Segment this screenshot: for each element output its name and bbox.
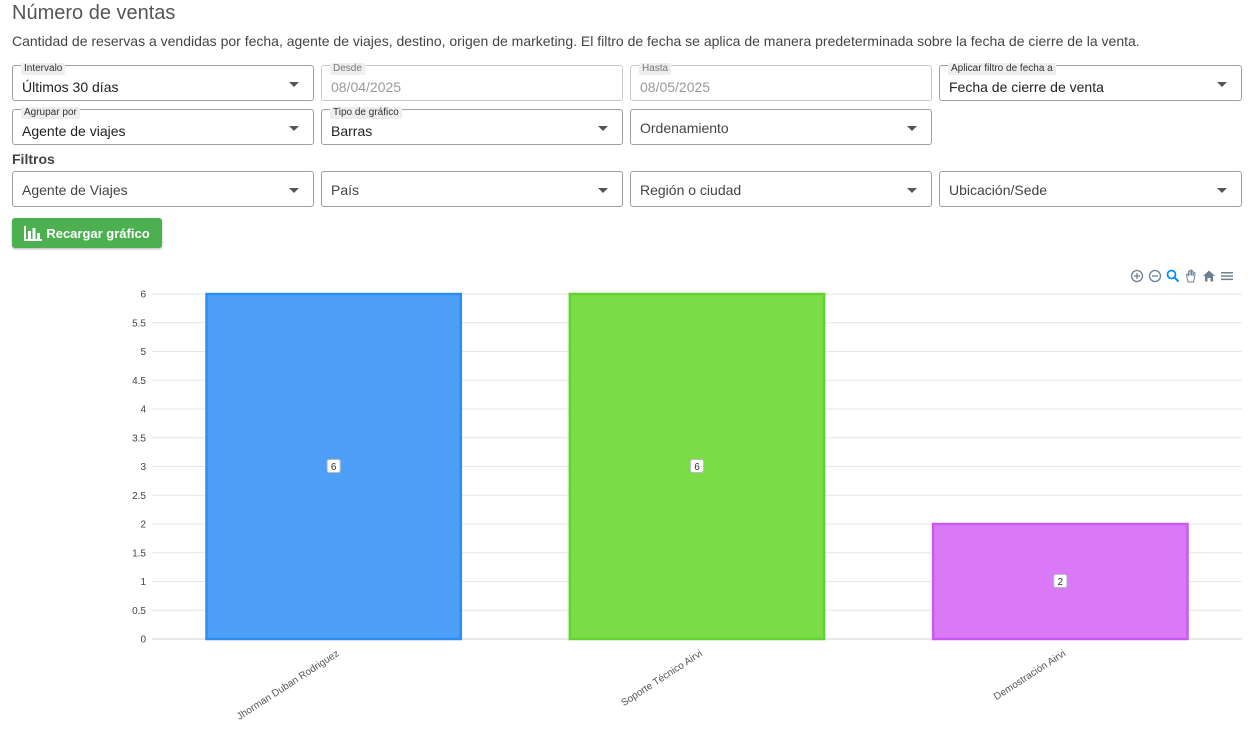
home-reset-icon[interactable] xyxy=(1201,268,1217,284)
ubicacion-sede-placeholder: Ubicación/Sede xyxy=(949,182,1048,198)
tipo-grafico-value: Barras xyxy=(331,123,373,139)
chevron-down-icon xyxy=(289,126,299,131)
data-label: 2 xyxy=(1058,577,1064,588)
intervalo-select[interactable]: Intervalo Últimos 30 días xyxy=(12,63,314,101)
recargar-grafico-button[interactable]: Recargar gráfico xyxy=(12,218,162,248)
agrupar-por-value: Agente de viajes xyxy=(22,123,126,139)
tipo-grafico-select[interactable]: Tipo de gráfico Barras xyxy=(321,107,623,145)
y-tick-label: 3.5 xyxy=(132,433,146,444)
x-category-label: Soporte Técnico Airvi xyxy=(620,648,705,709)
pais-placeholder: País xyxy=(331,182,360,198)
intervalo-value: Últimos 30 días xyxy=(22,79,119,95)
data-label: 6 xyxy=(331,462,337,473)
aplicar-filtro-label: Aplicar filtro de fecha a xyxy=(948,63,1056,75)
tipo-grafico-label: Tipo de gráfico xyxy=(330,107,402,119)
aplicar-filtro-select[interactable]: Aplicar filtro de fecha a Fecha de cierr… xyxy=(939,63,1242,101)
data-label: 6 xyxy=(694,462,700,473)
y-tick-label: 4.5 xyxy=(132,376,146,387)
y-tick-label: 5 xyxy=(140,347,146,358)
hasta-label: Hasta xyxy=(639,63,672,75)
bar-chart: 0 0.5 1 1.5 2 2.5 3 3.5 4 4.5 5 5.5 6 6 Jhorman Duban … xyxy=(132,290,1242,723)
aplicar-filtro-value: Fecha de cierre de venta xyxy=(949,79,1104,95)
ordenamiento-placeholder: Ordenamiento xyxy=(640,120,729,136)
pan-hand-icon[interactable] xyxy=(1183,268,1199,284)
y-tick-label: 5.5 xyxy=(132,318,146,329)
agente-viajes-placeholder: Agente de Viajes xyxy=(22,182,128,198)
y-tick-label: 4 xyxy=(140,405,146,416)
y-tick-label: 0 xyxy=(140,635,146,646)
hasta-value: 08/05/2025 xyxy=(640,79,711,95)
chevron-down-icon xyxy=(907,126,917,131)
y-tick-label: 2 xyxy=(140,520,146,531)
filtros-heading: Filtros xyxy=(12,151,55,167)
ubicacion-sede-filter[interactable]: Ubicación/Sede xyxy=(939,171,1242,207)
chevron-down-icon xyxy=(289,82,299,87)
y-tick-label: 3 xyxy=(140,462,146,473)
desde-date-field[interactable]: Desde 08/04/2025 xyxy=(321,63,623,101)
agrupar-por-select[interactable]: Agrupar por Agente de viajes xyxy=(12,107,314,145)
y-tick-label: 1 xyxy=(140,577,146,588)
chart-toolbar xyxy=(1129,268,1235,284)
region-ciudad-placeholder: Región o ciudad xyxy=(640,182,742,198)
hasta-date-field[interactable]: Hasta 08/05/2025 xyxy=(630,63,932,101)
intervalo-label: Intervalo xyxy=(21,63,66,75)
zoom-in-icon[interactable] xyxy=(1129,268,1145,284)
y-tick-label: 1.5 xyxy=(132,548,146,559)
menu-icon[interactable] xyxy=(1219,268,1235,284)
bar-chart-icon xyxy=(24,225,43,241)
y-tick-label: 2.5 xyxy=(132,491,146,502)
recargar-grafico-label: Recargar gráfico xyxy=(46,225,150,241)
agrupar-por-label: Agrupar por xyxy=(21,107,80,119)
chevron-down-icon xyxy=(1217,82,1227,87)
page-subtitle: Cantidad de reservas a vendidas por fech… xyxy=(12,33,1140,49)
desde-value: 08/04/2025 xyxy=(331,79,402,95)
desde-label: Desde xyxy=(330,63,365,75)
y-tick-label: 0.5 xyxy=(132,606,146,617)
y-tick-label: 6 xyxy=(140,290,146,301)
zoom-out-icon[interactable] xyxy=(1147,268,1163,284)
page-title: Número de ventas xyxy=(12,2,176,24)
chevron-down-icon xyxy=(598,188,608,193)
x-category-label: Jhorman Duban Rodriguez xyxy=(235,648,341,722)
region-ciudad-filter[interactable]: Región o ciudad xyxy=(630,171,932,207)
pais-filter[interactable]: País xyxy=(321,171,623,207)
chevron-down-icon xyxy=(598,126,608,131)
chevron-down-icon xyxy=(1217,188,1227,193)
selection-zoom-icon[interactable] xyxy=(1165,268,1181,284)
chevron-down-icon xyxy=(907,188,917,193)
ordenamiento-select[interactable]: Ordenamiento xyxy=(630,109,932,145)
chevron-down-icon xyxy=(289,188,299,193)
agente-viajes-filter[interactable]: Agente de Viajes xyxy=(12,171,314,207)
x-category-label: Demostración Airvi xyxy=(992,648,1068,703)
